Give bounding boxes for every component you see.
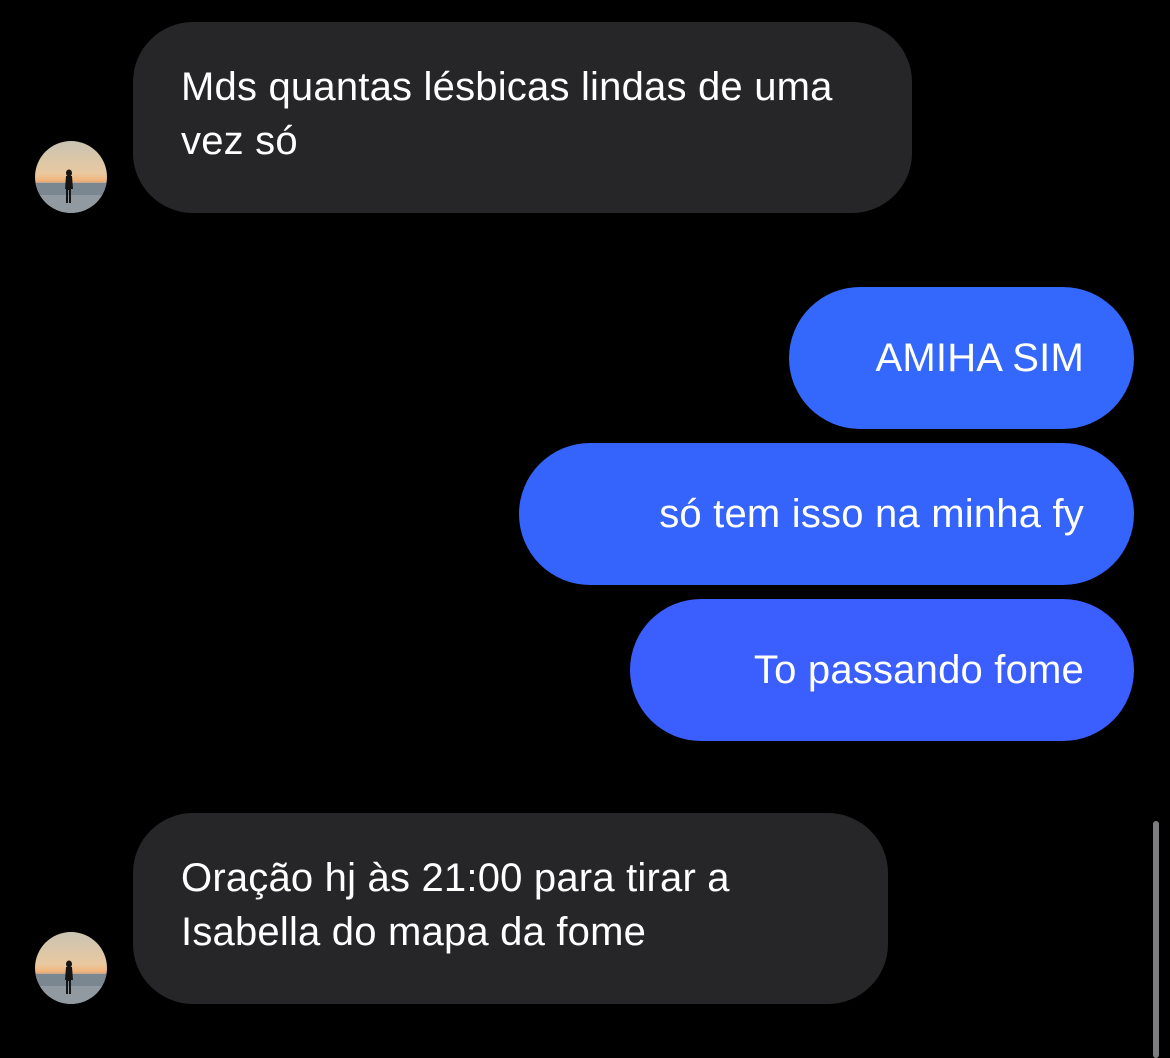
incoming-message-bubble[interactable]: Mds quantas lésbicas lindas de uma vez s… [133, 22, 912, 213]
incoming-message-bubble[interactable]: Oração hj às 21:00 para tirar a Isabella… [133, 813, 888, 1004]
message-text: Mds quantas lésbicas lindas de uma vez s… [181, 65, 833, 163]
message-text: Oração hj às 21:00 para tirar a Isabella… [181, 856, 730, 954]
contact-avatar[interactable] [35, 932, 107, 1004]
message-text: só tem isso na minha fy [659, 492, 1084, 536]
outgoing-message-bubble[interactable]: só tem isso na minha fy [519, 443, 1134, 585]
contact-avatar[interactable] [35, 141, 107, 213]
scrollbar[interactable] [1153, 821, 1159, 1058]
message-text: AMIHA SIM [875, 336, 1084, 380]
outgoing-message-bubble[interactable]: AMIHA SIM [789, 287, 1134, 429]
sunset-beach-silhouette-avatar-icon [35, 932, 107, 1004]
outgoing-message-bubble[interactable]: To passando fome [630, 599, 1134, 741]
sunset-beach-silhouette-avatar-icon [35, 141, 107, 213]
message-text: To passando fome [753, 648, 1084, 692]
